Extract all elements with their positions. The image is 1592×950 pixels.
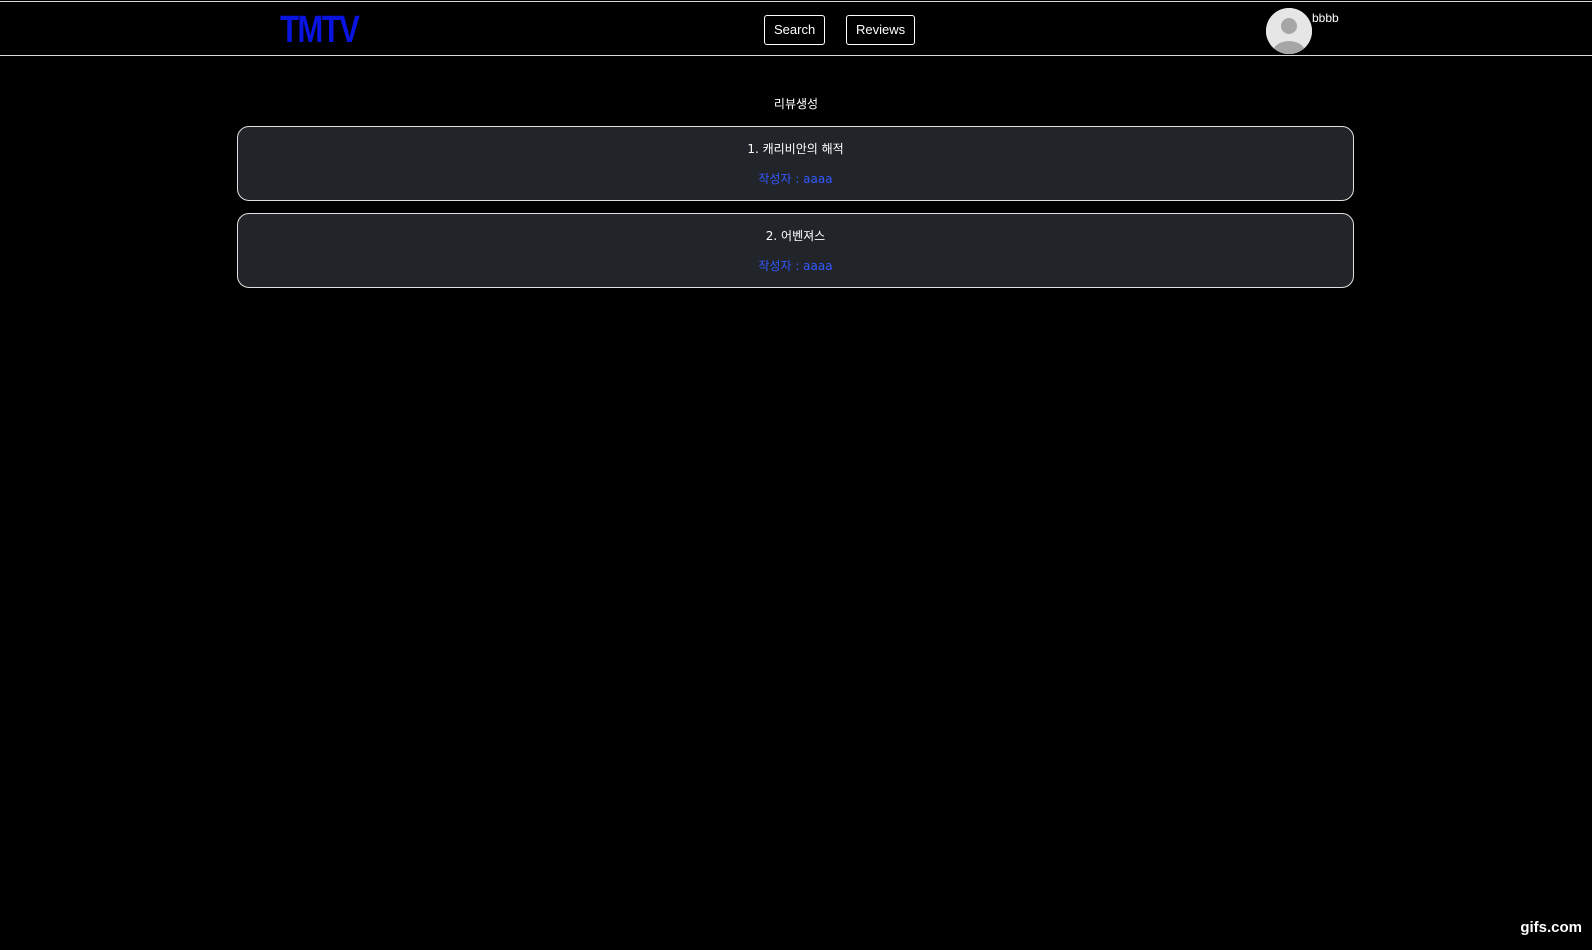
top-navbar: TMTV Search Reviews bbbb	[0, 1, 1592, 56]
user-avatar-icon[interactable]	[1266, 8, 1312, 54]
search-button[interactable]: Search	[764, 15, 826, 45]
review-author-link[interactable]: 작성자 : aaaa	[238, 170, 1353, 187]
review-card[interactable]: 2. 어벤져스 작성자 : aaaa	[237, 213, 1354, 288]
page: TMTV Search Reviews bbbb 리뷰생성 1. 캐리비안의 해…	[0, 0, 1592, 950]
page-title: 리뷰생성	[773, 97, 819, 111]
site-logo[interactable]: TMTV	[280, 8, 360, 52]
review-card[interactable]: 1. 캐리비안의 해적 작성자 : aaaa	[237, 126, 1354, 201]
gifs-watermark: gifs.com	[1520, 919, 1582, 936]
review-title: 2. 어벤져스	[765, 229, 826, 243]
review-author-link[interactable]: 작성자 : aaaa	[238, 257, 1353, 274]
review-title: 1. 캐리비안의 해적	[747, 142, 844, 156]
username-label[interactable]: bbbb	[1312, 11, 1339, 25]
reviews-button[interactable]: Reviews	[846, 15, 916, 45]
